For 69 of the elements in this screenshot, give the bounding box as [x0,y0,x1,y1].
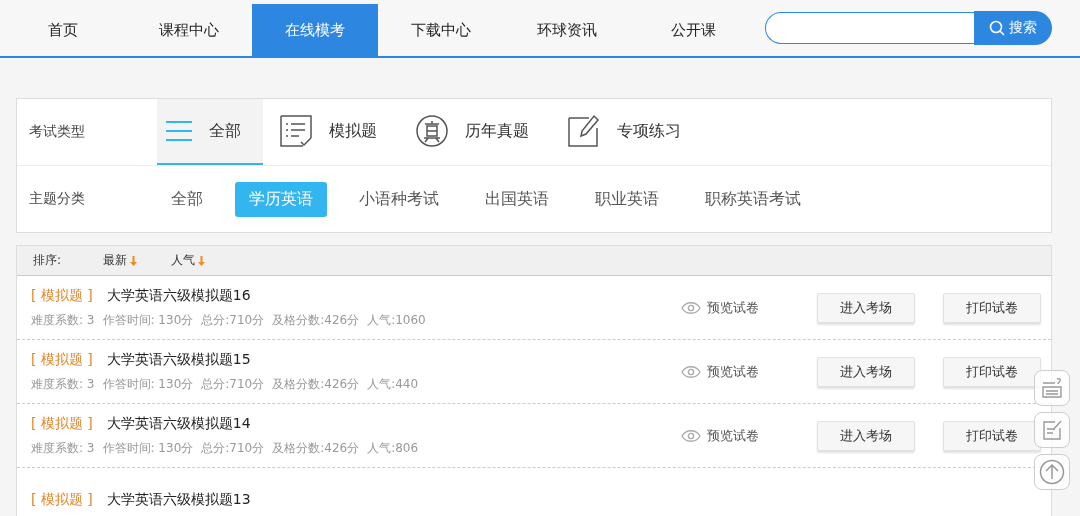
down-arrow-icon [130,255,137,266]
preview-link[interactable]: 预览试卷 [681,298,759,317]
question-list-icon [1041,377,1063,399]
edit-icon [567,114,601,148]
topic-tab[interactable]: 职称英语考试 [691,181,815,217]
paper-tag: [ 模拟题 ] [31,414,93,433]
paper-meta: 及格分数:426分 [272,375,360,393]
edit-icon [1041,419,1063,441]
exam-type-tab[interactable]: 全部 [157,99,263,165]
filter-label: 考试类型 [28,123,86,141]
edit-button[interactable] [1034,412,1070,448]
paper-meta: 人气:1060 [367,311,426,329]
search-button[interactable]: 搜索 [974,11,1052,45]
paper-title[interactable]: 大学英语六级模拟题16 [106,286,251,305]
search-field[interactable] [765,12,974,44]
filter-label: 主题分类 [28,190,86,208]
topic-tab[interactable]: 出国英语 [471,181,563,217]
paper-title[interactable]: 大学英语六级模拟题13 [106,490,251,509]
exam-type-tab[interactable]: 模拟题 [271,99,399,165]
topic-tab[interactable]: 全部 [157,181,217,217]
eye-icon [681,428,701,443]
paper-meta: 人气:806 [367,439,419,457]
enter-exam-button[interactable]: 进入考场 [817,420,915,451]
paper-title[interactable]: 大学英语六级模拟题15 [106,350,251,369]
enter-exam-button[interactable]: 进入考场 [817,356,915,387]
paper-meta: 人气:440 [367,375,419,393]
paper-tag: [ 模拟题 ] [31,286,93,305]
topic-tab[interactable]: 职业英语 [581,181,673,217]
print-button[interactable]: 打印试卷 [943,356,1041,387]
paper-tag: [ 模拟题 ] [31,490,93,509]
nav-tab[interactable]: 在线模考 [252,4,378,56]
exam-type-tab[interactable]: 专项练习 [559,99,703,165]
paper-tag: [ 模拟题 ] [31,350,93,369]
search-icon [989,20,1005,36]
menu-icon [165,119,193,143]
enter-exam-button[interactable]: 进入考场 [817,292,915,323]
preview-link[interactable]: 预览试卷 [681,362,759,381]
paper-meta: 及格分数:426分 [272,311,360,329]
print-button[interactable]: 打印试卷 [943,420,1041,451]
sort-option[interactable]: 最新 [103,252,137,269]
checklist-icon [279,114,313,148]
nav-tab[interactable]: 环球资讯 [504,4,630,56]
nav-tab[interactable]: 下载中心 [378,4,504,56]
nav-tab[interactable]: 首页 [0,4,126,56]
eye-icon [681,364,701,379]
paper-meta: 作答时间: 130分 [102,311,194,329]
paper-meta: 总分:710分 [201,439,265,457]
paper-meta: 难度系数: 3 [31,375,95,393]
sort-label: 排序: [33,252,63,269]
paper-meta: 总分:710分 [201,311,265,329]
question-list-button[interactable] [1034,370,1070,406]
topic-tab[interactable]: 小语种考试 [345,181,453,217]
nav-tab[interactable]: 公开课 [630,4,756,56]
paper-title[interactable]: 大学英语六级模拟题14 [106,414,251,433]
paper-meta: 作答时间: 130分 [102,439,194,457]
paper-meta: 及格分数:426分 [272,439,360,457]
print-button[interactable]: 打印试卷 [943,292,1041,323]
nav-tab[interactable]: 课程中心 [126,4,252,56]
exam-type-tab[interactable]: 历年真题 [407,99,551,165]
eye-icon [681,300,701,315]
sort-option[interactable]: 人气 [171,252,205,269]
paper-meta: 难度系数: 3 [31,311,95,329]
down-arrow-icon [198,255,205,266]
stamp-icon [415,114,449,148]
preview-link[interactable]: 预览试卷 [681,426,759,445]
paper-meta: 作答时间: 130分 [102,375,194,393]
paper-meta: 难度系数: 3 [31,439,95,457]
back-to-top-button[interactable] [1034,454,1070,490]
paper-meta: 总分:710分 [201,375,265,393]
